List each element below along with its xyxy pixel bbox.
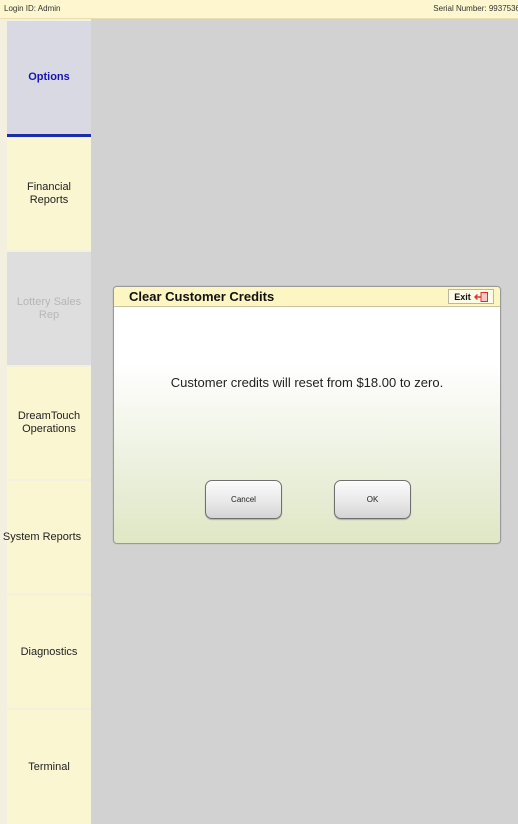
exit-button[interactable]: Exit bbox=[448, 289, 494, 304]
sidebar-item-options[interactable]: Options bbox=[7, 21, 91, 137]
sidebar-item-system-reports[interactable]: System Reports bbox=[3, 481, 91, 593]
exit-label: Exit bbox=[454, 291, 471, 302]
clear-customer-credits-dialog: Clear Customer Credits Exit Customer cre… bbox=[113, 286, 501, 544]
sidebar-item-dreamtouch-operations[interactable]: DreamTouch Operations bbox=[7, 367, 91, 479]
ok-button[interactable]: OK bbox=[334, 480, 411, 519]
sidebar: Options Financial Reports Lottery Sales … bbox=[0, 19, 91, 824]
sidebar-item-label: Financial Reports bbox=[26, 181, 72, 206]
sidebar-item-label: Terminal bbox=[28, 760, 70, 773]
sidebar-item-lottery-sales-rep: Lottery Sales Rep bbox=[7, 252, 91, 365]
sidebar-item-label: Lottery Sales Rep bbox=[16, 295, 82, 321]
serial-number-label: Serial Number: 9937536 bbox=[433, 4, 518, 13]
top-status-bar: Login ID: Admin Serial Number: 9937536 bbox=[0, 0, 518, 19]
sidebar-item-terminal[interactable]: Terminal bbox=[7, 710, 91, 824]
exit-door-icon bbox=[473, 291, 488, 302]
sidebar-item-label: System Reports bbox=[2, 530, 82, 543]
sidebar-item-label: DreamTouch Operations bbox=[17, 410, 81, 435]
sidebar-item-label: Options bbox=[28, 71, 70, 83]
sidebar-item-diagnostics[interactable]: Diagnostics bbox=[7, 596, 91, 708]
dialog-title: Clear Customer Credits bbox=[129, 289, 275, 304]
login-id-label: Login ID: Admin bbox=[4, 4, 61, 13]
cancel-button[interactable]: Cancel bbox=[205, 480, 282, 519]
dialog-message: Customer credits will reset from $18.00 … bbox=[170, 375, 444, 390]
sidebar-item-label: Diagnostics bbox=[20, 645, 78, 658]
dialog-header: Clear Customer Credits Exit bbox=[114, 287, 500, 307]
sidebar-item-financial-reports[interactable]: Financial Reports bbox=[7, 138, 91, 250]
